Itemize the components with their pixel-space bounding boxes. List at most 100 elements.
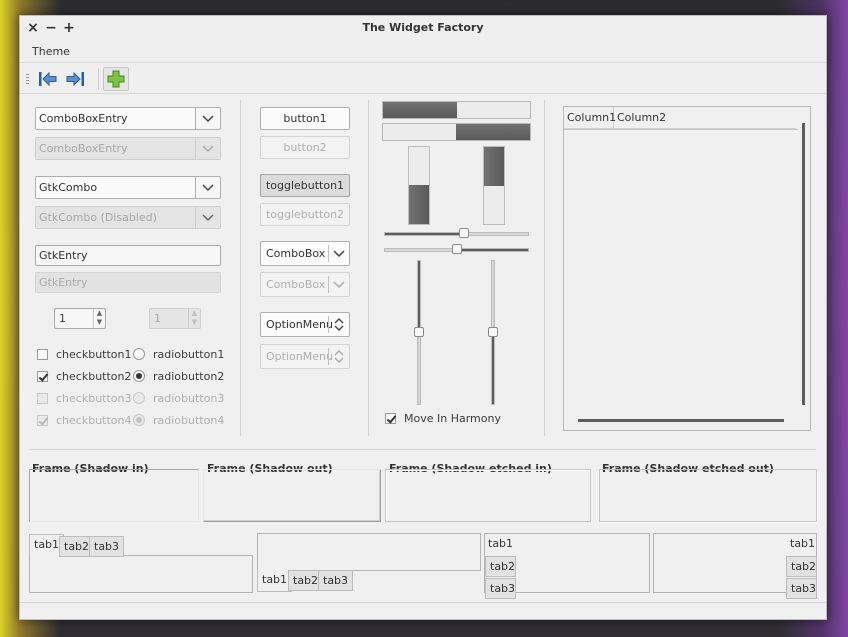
radiobutton1-label: radiobutton1 bbox=[153, 347, 225, 361]
chevron-down-icon bbox=[196, 138, 220, 159]
main-window: × − + The Widget Factory Theme ComboBoxE… bbox=[19, 15, 827, 620]
notebook2-tab3[interactable]: tab3 bbox=[318, 570, 354, 591]
scale-handle[interactable] bbox=[488, 327, 498, 337]
radiobutton2[interactable]: radiobutton2 bbox=[133, 368, 224, 384]
notebook-tabs-top bbox=[29, 555, 253, 593]
spin-button-disabled: 1 ▲ ▼ bbox=[149, 308, 201, 329]
checkbutton1-label: checkbutton1 bbox=[56, 347, 132, 361]
toolbar bbox=[20, 64, 826, 94]
frame-shadow-in bbox=[29, 469, 199, 522]
window-title: The Widget Factory bbox=[362, 21, 484, 34]
add-icon[interactable] bbox=[103, 67, 129, 91]
scale-handle[interactable] bbox=[414, 327, 424, 337]
scale-handle[interactable] bbox=[459, 228, 469, 238]
column-separator bbox=[544, 100, 545, 436]
spin-arrows-icon[interactable]: ▲ ▼ bbox=[93, 309, 105, 328]
checkbutton2[interactable]: checkbutton2 bbox=[37, 368, 132, 384]
option-menu-text[interactable]: OptionMenu bbox=[266, 313, 333, 336]
checkbutton1[interactable]: checkbutton1 bbox=[37, 346, 132, 362]
gtk-combo-text[interactable]: GtkCombo bbox=[36, 177, 196, 198]
go-last-icon[interactable] bbox=[64, 68, 86, 90]
gtk-combo-disabled-text: GtkCombo (Disabled) bbox=[36, 207, 196, 228]
notebook3-tab1[interactable]: tab1 bbox=[484, 534, 517, 555]
progress-fill bbox=[484, 147, 504, 186]
column2-header[interactable]: Column2 bbox=[614, 107, 796, 129]
combobox-entry-disabled-text: ComboBoxEntry bbox=[36, 138, 196, 159]
radiobutton4: radiobutton4 bbox=[133, 412, 224, 428]
menu-theme[interactable]: Theme bbox=[32, 45, 70, 58]
radiobutton4-label: radiobutton4 bbox=[153, 413, 225, 427]
frame-shadow-etched-in bbox=[385, 469, 591, 522]
scale-horizontal-1[interactable] bbox=[384, 232, 529, 236]
notebook1-tab3[interactable]: tab3 bbox=[89, 536, 125, 557]
go-first-icon[interactable] bbox=[37, 68, 59, 90]
combobox-entry-text[interactable]: ComboBoxEntry bbox=[36, 108, 196, 129]
scale-handle[interactable] bbox=[452, 244, 462, 254]
scale-fill bbox=[492, 332, 494, 404]
progress-fill bbox=[383, 102, 457, 118]
checkbox-checked-icon bbox=[37, 414, 48, 426]
checkbox-checked-icon[interactable] bbox=[37, 370, 48, 382]
radio-selected-icon bbox=[133, 414, 145, 426]
togglebutton2: togglebutton2 bbox=[260, 203, 350, 226]
move-in-harmony-label: Move In Harmony bbox=[404, 411, 501, 425]
notebook4-tab3[interactable]: tab3 bbox=[786, 578, 817, 599]
radiobutton3: radiobutton3 bbox=[133, 390, 224, 406]
button1[interactable]: button1 bbox=[260, 107, 350, 130]
updown-chevron-icon[interactable] bbox=[332, 317, 346, 332]
chevron-down-icon[interactable] bbox=[196, 108, 220, 129]
toolbar-grip[interactable] bbox=[26, 74, 29, 84]
titlebar: × − + The Widget Factory bbox=[20, 16, 826, 42]
combobox-divider bbox=[328, 245, 329, 262]
notebook3-tab3[interactable]: tab3 bbox=[485, 578, 516, 599]
checkbox-checked-icon[interactable] bbox=[385, 412, 396, 424]
chevron-down-icon[interactable] bbox=[196, 177, 220, 198]
chevron-down-icon[interactable] bbox=[332, 246, 346, 261]
frame-shadow-etched-out bbox=[599, 469, 817, 522]
column-separator bbox=[240, 100, 241, 436]
gtk-entry[interactable]: GtkEntry bbox=[35, 245, 221, 266]
combobox-divider bbox=[328, 276, 329, 293]
combobox[interactable]: ComboBox bbox=[260, 241, 350, 266]
togglebutton1[interactable]: togglebutton1 bbox=[260, 174, 350, 197]
scale-fill bbox=[457, 249, 528, 251]
option-menu-disabled-text: OptionMenu bbox=[266, 350, 333, 363]
combobox-disabled: ComboBox bbox=[260, 272, 350, 297]
chevron-down-icon bbox=[332, 277, 346, 292]
move-in-harmony-check[interactable]: Move In Harmony bbox=[385, 410, 501, 426]
horizontal-scrollbar[interactable] bbox=[578, 419, 784, 422]
radio-icon[interactable] bbox=[133, 348, 145, 360]
menubar: Theme bbox=[20, 42, 826, 63]
option-menu-divider bbox=[328, 316, 329, 333]
notebook4-tab2[interactable]: tab2 bbox=[786, 556, 817, 577]
gtk-entry-disabled: GtkEntry bbox=[35, 272, 221, 293]
tree-header: Column1 Column2 bbox=[564, 107, 796, 129]
notebook4-tab1[interactable]: tab1 bbox=[786, 534, 819, 555]
notebook-tabs-bottom bbox=[257, 533, 481, 571]
column1-header[interactable]: Column1 bbox=[564, 107, 616, 129]
checkbox-icon[interactable] bbox=[37, 348, 48, 360]
frame-shadow-out bbox=[203, 469, 381, 522]
gtk-combo-disabled: GtkCombo (Disabled) bbox=[35, 206, 221, 229]
option-menu[interactable]: OptionMenu bbox=[260, 312, 350, 337]
combobox-text[interactable]: ComboBox bbox=[266, 242, 325, 265]
spin-button[interactable]: 1 ▲ ▼ bbox=[54, 308, 106, 329]
option-menu-divider bbox=[328, 348, 329, 365]
radio-selected-icon[interactable] bbox=[133, 370, 145, 382]
combobox-entry[interactable]: ComboBoxEntry bbox=[35, 107, 221, 130]
radiobutton1[interactable]: radiobutton1 bbox=[133, 346, 224, 362]
toolbar-separator bbox=[98, 68, 99, 90]
checkbutton3: checkbutton3 bbox=[37, 390, 132, 406]
gtk-combo[interactable]: GtkCombo bbox=[35, 176, 221, 199]
notebook3-tab2[interactable]: tab2 bbox=[485, 556, 516, 577]
vertical-scrollbar[interactable] bbox=[802, 123, 805, 405]
radio-icon bbox=[133, 392, 145, 404]
combobox-disabled-text: ComboBox bbox=[266, 278, 326, 291]
notebook2-tab1[interactable]: tab1 bbox=[257, 570, 293, 592]
scale-fill bbox=[385, 233, 464, 235]
chevron-down-icon bbox=[196, 207, 220, 228]
progress-bar-vertical-2 bbox=[483, 146, 505, 225]
status-bar bbox=[20, 602, 826, 620]
spin-value[interactable]: 1 bbox=[59, 312, 66, 325]
tree-view[interactable]: Column1 Column2 bbox=[563, 106, 811, 431]
